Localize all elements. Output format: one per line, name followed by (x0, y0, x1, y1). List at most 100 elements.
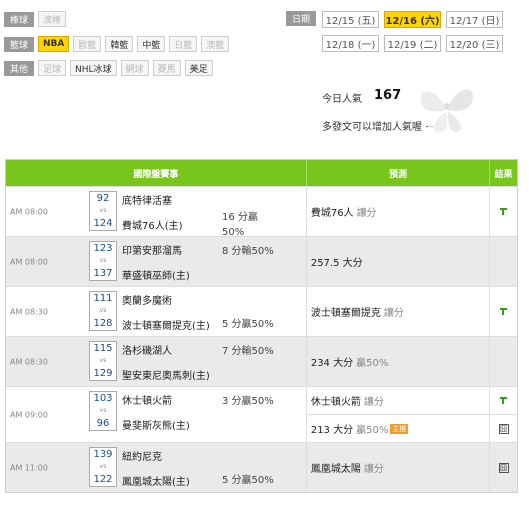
date-option[interactable]: 12/16 (六) (384, 11, 441, 28)
game-time: AM 08:30 (10, 357, 48, 366)
game-time: AM 08:00 (10, 257, 48, 266)
filter-chip[interactable]: 足球 (38, 60, 67, 76)
vs-label: vs (99, 257, 107, 264)
featured-badge: 主推 (390, 423, 409, 434)
prediction-cell: 波士頓塞爾提克 讓分 (307, 287, 491, 336)
prediction: 234 大分 贏50% (307, 337, 489, 386)
team-away[interactable]: 奧蘭多魔術 (122, 292, 172, 307)
score-away: 123 (93, 243, 113, 254)
filter-chip[interactable]: NBA (38, 36, 70, 52)
tie-icon: 囧 (498, 423, 509, 434)
header-predictions: 預測 (307, 160, 491, 186)
prediction-type: 贏50% (356, 425, 389, 436)
game-cell: AM 08:30 115 vs 129 洛杉磯湖人聖安東尼奧馬刺(主) 7 分輸50% (6, 337, 307, 386)
score-home: 128 (93, 318, 113, 329)
team-home[interactable]: 費城76人(主) (122, 217, 183, 232)
filter-category-label: 棒球 (4, 11, 34, 27)
prediction-pick: 213 大分 (310, 425, 354, 436)
prediction: 費城76人 讓分 (307, 187, 489, 236)
prediction-pick: 234 大分 (310, 358, 354, 369)
filter-chip[interactable]: 歐籃 (73, 36, 102, 52)
prediction: 休士頓火箭 讓分 (307, 387, 489, 414)
game-time: AM 08:00 (10, 207, 48, 216)
score-box: 139 vs 122 (89, 447, 117, 487)
table-row: AM 08:00 92 vs 124 底特律活塞 費城76人(主) 16 分贏 50% 費城7… (6, 186, 517, 238)
odds-line: 16 分贏 50% (222, 212, 258, 238)
filter-chip[interactable]: 美足 (184, 60, 213, 76)
result-cell: 囧 (490, 387, 517, 442)
date-option[interactable]: 12/17 (日) (446, 11, 503, 28)
filter-chip[interactable]: 澳棒 (38, 11, 67, 27)
filter-chip[interactable]: 日籃 (169, 36, 198, 52)
vs-label: vs (99, 307, 107, 314)
prediction-cell: 257.5 大分 (307, 237, 491, 286)
prediction-type: 讓分 (383, 308, 404, 319)
date-option[interactable]: 12/19 (二) (384, 35, 441, 52)
score-box: 123 vs 137 (89, 241, 117, 281)
prediction-type: 贏50% (356, 358, 389, 369)
score-away: 139 (93, 449, 113, 460)
team-away[interactable]: 洛杉磯湖人 (122, 342, 172, 357)
team-home[interactable]: 波士頓塞爾提克(主) (122, 317, 210, 332)
table-row: AM 09:00 103 vs 96 休士頓火箭曼斐斯灰熊(主) 3 分贏50% 休士頓火箭… (6, 386, 517, 442)
filter-chip[interactable]: NHL冰球 (70, 60, 117, 76)
date-option[interactable]: 12/18 (一) (322, 35, 379, 52)
result (490, 387, 517, 414)
odds-line: 3 分贏50% (222, 396, 274, 407)
win-icon (500, 397, 508, 404)
win-icon (500, 208, 508, 215)
vs-label: vs (99, 407, 107, 414)
prediction-type: 讓分 (363, 397, 384, 408)
date-option[interactable]: 12/15 (五) (322, 11, 379, 28)
result-cell (490, 237, 517, 286)
prediction-cell: 費城76人 讓分 (307, 187, 491, 236)
score-box: 115 vs 129 (89, 341, 117, 381)
score-box: 103 vs 96 (89, 391, 117, 431)
odds-line: 7 分輸50% (222, 346, 274, 357)
table-row: AM 08:30 115 vs 129 洛杉磯湖人聖安東尼奧馬刺(主) 7 分輸50% 23… (6, 336, 517, 386)
tie-icon: 囧 (498, 462, 509, 473)
filter-chip[interactable]: 賽馬 (152, 60, 181, 76)
team-home[interactable]: 聖安東尼奧馬刺(主) (122, 367, 210, 382)
game-time: AM 09:00 (10, 410, 48, 419)
header-games: 國際盤賽事 (6, 160, 307, 186)
team-away[interactable]: 休士頓火箭 (122, 392, 172, 407)
odds-line: 5 分贏50% (222, 319, 274, 330)
team-home[interactable]: 華盛頓巫師(主) (122, 267, 190, 282)
team-away[interactable]: 紐約尼克 (122, 448, 162, 463)
score-home: 137 (93, 268, 113, 279)
score-box: 111 vs 128 (89, 291, 117, 331)
filter-chip[interactable]: 中籃 (137, 36, 166, 52)
team-home[interactable]: 鳳凰城太陽(主) (122, 473, 190, 488)
odds-line: 5 分贏50% (222, 475, 274, 486)
score-away: 92 (96, 193, 110, 204)
result-cell (490, 187, 517, 236)
result (490, 337, 517, 386)
result-cell (490, 287, 517, 336)
filter-chip[interactable]: 網球 (120, 60, 149, 76)
prediction: 257.5 大分 (307, 237, 489, 286)
team-away[interactable]: 底特律活塞 (122, 192, 172, 207)
date-option[interactable]: 12/20 (三) (446, 35, 503, 52)
prediction-cell: 234 大分 贏50% (307, 337, 491, 386)
team-home[interactable]: 曼斐斯灰熊(主) (122, 417, 190, 432)
score-away: 115 (93, 343, 113, 354)
prediction-cell: 休士頓火箭 讓分 213 大分 贏50% 主推 (306, 387, 491, 442)
game-cell: AM 08:00 92 vs 124 底特律活塞 費城76人(主) 16 分贏 50% (6, 187, 307, 238)
filter-category-label: 其他 (4, 60, 34, 76)
popularity-label: 今日人氣 (322, 94, 362, 105)
team-away[interactable]: 印第安那溜馬 (122, 242, 182, 257)
odds-line: 8 分輸50% (222, 246, 274, 257)
prediction: 鳳凰城太陽 讓分 (307, 443, 489, 492)
prediction: 213 大分 贏50% 主推 (306, 414, 490, 442)
win-icon (500, 308, 508, 315)
result (490, 287, 517, 336)
filter-chip[interactable]: 澳籃 (201, 36, 230, 52)
filter-chip[interactable]: 韓籃 (105, 36, 134, 52)
score-home: 124 (93, 218, 113, 229)
games-table: 國際盤賽事 預測 結果 AM 08:00 92 vs 124 底特律活塞 費城76人(主)… (5, 159, 518, 493)
filter-row: 棒球 澳棒 (4, 11, 70, 27)
result (490, 187, 517, 236)
game-cell: AM 08:30 111 vs 128 奧蘭多魔術 波士頓塞爾提克(主) 5 分贏50% (6, 287, 307, 336)
table-row: AM 08:30 111 vs 128 奧蘭多魔術 波士頓塞爾提克(主) 5 分贏50% 波士… (6, 286, 517, 336)
